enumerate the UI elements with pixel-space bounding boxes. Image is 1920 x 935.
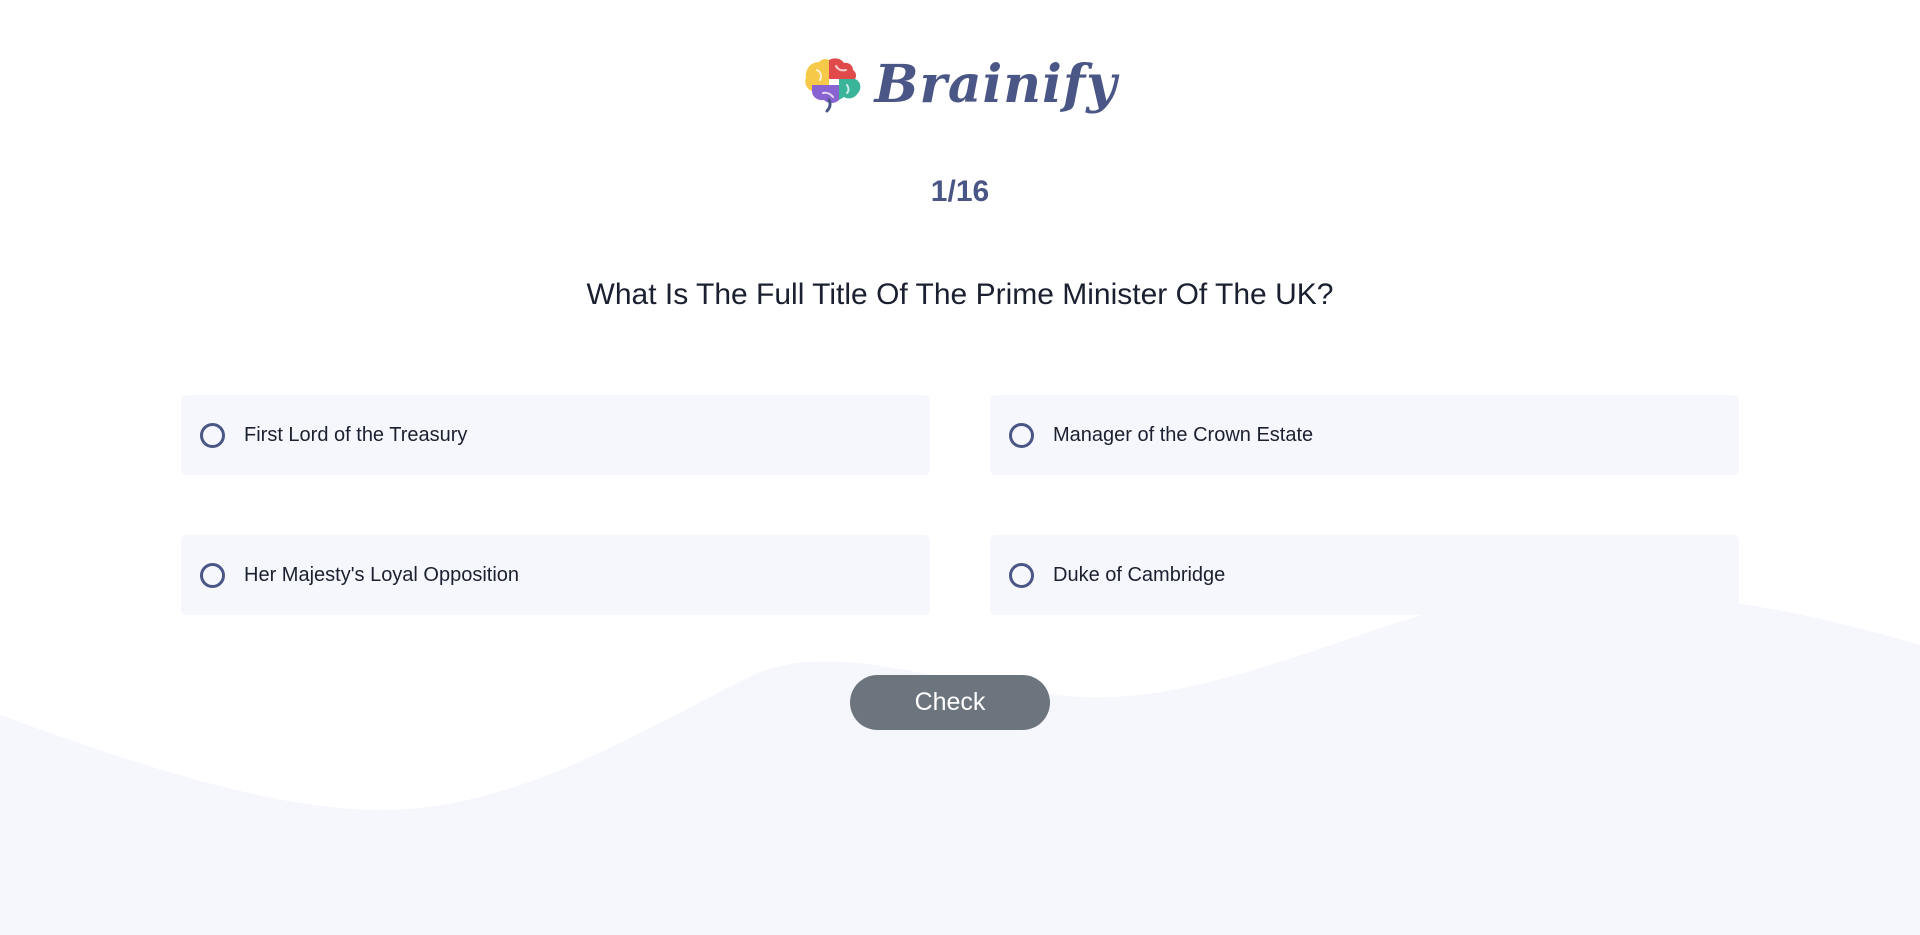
answer-options: First Lord of the Treasury Manager of th…	[181, 395, 1739, 615]
answer-option-label: Manager of the Crown Estate	[1053, 423, 1314, 446]
answer-option-label: Duke of Cambridge	[1053, 563, 1226, 586]
answer-option-label: First Lord of the Treasury	[244, 423, 468, 446]
radio-icon[interactable]	[1009, 422, 1034, 448]
answer-option-1[interactable]: First Lord of the Treasury	[181, 395, 930, 475]
answer-option-3[interactable]: Her Majesty's Loyal Opposition	[181, 535, 930, 615]
quiz-page: Brainify 1/16 What Is The Full Title Of …	[0, 0, 1920, 935]
answer-option-4[interactable]: Duke of Cambridge	[990, 535, 1739, 615]
radio-icon[interactable]	[200, 562, 225, 588]
question-counter: 1/16	[930, 175, 990, 208]
radio-icon[interactable]	[200, 422, 225, 448]
brain-icon	[804, 58, 860, 113]
check-button[interactable]: Check	[850, 675, 1050, 730]
radio-icon[interactable]	[1009, 562, 1034, 588]
brand-logo: Brainify	[0, 56, 1920, 114]
answer-option-label: Her Majesty's Loyal Opposition	[244, 563, 520, 586]
brand-name: Brainify	[874, 54, 1118, 115]
answer-option-2[interactable]: Manager of the Crown Estate	[990, 395, 1739, 475]
question-title: What Is The Full Title Of The Prime Mini…	[586, 278, 1334, 311]
